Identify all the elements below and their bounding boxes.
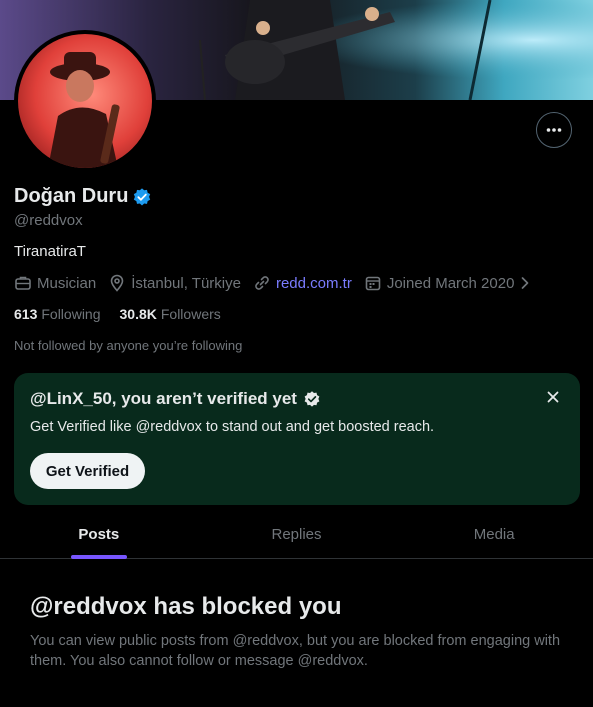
calendar-icon [365, 276, 381, 291]
tab-media-label: Media [473, 526, 515, 543]
more-horizontal-icon [546, 128, 562, 132]
get-verified-button[interactable]: Get Verified [30, 453, 145, 489]
verify-card-subtitle: Get Verified like @reddvox to stand out … [30, 419, 435, 435]
blocked-description: You can view public posts from @reddvox,… [30, 633, 561, 669]
following-count: 613 [14, 306, 38, 322]
website-link[interactable]: redd.com.tr [276, 275, 352, 292]
avatar-image [18, 34, 152, 168]
chevron-right-icon [522, 277, 529, 289]
location-item: İstanbul, Türkiye [108, 274, 241, 292]
followers-label: Followers [160, 306, 221, 322]
close-icon [547, 391, 559, 403]
verify-card-title: @LinX_50, you aren’t verified yet [30, 389, 297, 408]
website-item: redd.com.tr [253, 274, 352, 292]
profession-text: Musician [37, 274, 97, 292]
followers-link[interactable]: 30.8K Followers [120, 306, 221, 322]
avatar[interactable] [18, 34, 152, 168]
not-followed-note: Not followed by anyone you’re following [14, 338, 243, 353]
profile-meta: Musician İstanbul, Türkiye redd.com.tr J… [14, 274, 543, 292]
profile-name-row: Doğan Duru [14, 185, 152, 208]
verify-card-title-row: @LinX_50, you aren’t verified yet [30, 389, 321, 409]
tab-posts-label: Posts [78, 526, 120, 543]
verified-badge-icon[interactable] [132, 187, 152, 207]
tab-posts[interactable]: Posts [0, 511, 198, 559]
tab-replies[interactable]: Replies [198, 511, 396, 558]
profile-tabs: Posts Replies Media [0, 511, 593, 559]
avatar-frame [14, 30, 156, 172]
following-link[interactable]: 613 Following [14, 306, 101, 322]
verify-prompt-card: @LinX_50, you aren’t verified yet Get Ve… [14, 373, 580, 505]
close-verify-card-button[interactable] [543, 387, 563, 407]
profession-item: Musician [14, 274, 96, 292]
tab-replies-label: Replies [271, 526, 322, 543]
profile-handle: @reddvox [14, 212, 83, 229]
following-label: Following [41, 306, 101, 322]
briefcase-icon [15, 276, 31, 290]
profile-bio: TiranatiraT [14, 243, 86, 260]
active-tab-indicator [70, 555, 127, 559]
profile-name: Doğan Duru [14, 185, 129, 207]
followers-count: 30.8K [119, 306, 157, 322]
tab-media[interactable]: Media [395, 511, 593, 558]
location-pin-icon [110, 274, 124, 292]
verified-badge-icon [304, 391, 320, 407]
location-text: İstanbul, Türkiye [131, 274, 241, 292]
blocked-title: @reddvox has blocked you [30, 593, 342, 620]
follow-counts: 613 Following 30.8K Followers [14, 306, 221, 322]
joined-text: Joined March 2020 [386, 274, 515, 292]
link-icon [255, 276, 269, 290]
joined-item[interactable]: Joined March 2020 [364, 274, 532, 292]
more-options-button[interactable] [536, 112, 572, 148]
